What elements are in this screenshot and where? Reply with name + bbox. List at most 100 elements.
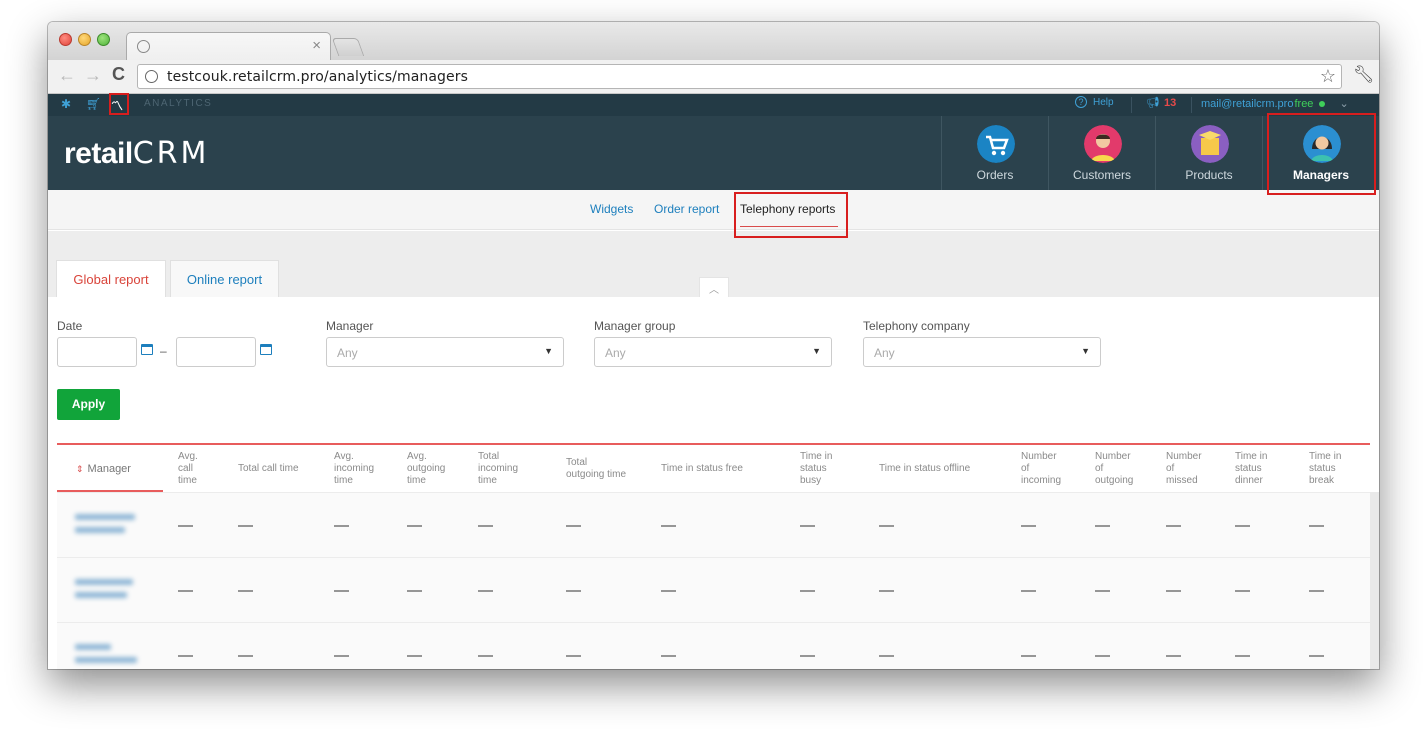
caret-down-icon: ▼ — [812, 346, 821, 356]
manager-group-select[interactable]: Any ▼ — [594, 337, 832, 367]
customer-avatar-icon — [1084, 125, 1122, 163]
forward-arrow-icon[interactable]: → — [84, 65, 102, 86]
retailcrm-app: ✱ 🛒︎ 〽 ANALYTICS ? Help 📢︎ 13 mail@retailc… — [48, 94, 1379, 669]
zoom-window-button[interactable] — [97, 33, 110, 46]
globe-icon — [145, 70, 158, 83]
telephony-company-label: Telephony company — [863, 319, 970, 333]
manager-select[interactable]: Any ▼ — [326, 337, 564, 367]
plan-label: free — [1294, 98, 1314, 110]
column-header[interactable]: Total outgoing time — [566, 457, 626, 481]
url-text[interactable]: testcouk.retailcrm.pro/analytics/manager… — [167, 69, 468, 85]
empty-cell: — — [566, 582, 581, 599]
empty-cell: — — [800, 582, 815, 599]
column-header[interactable]: Number of incoming — [1021, 451, 1061, 487]
close-tab-icon[interactable]: × — [312, 37, 321, 54]
close-window-button[interactable] — [59, 33, 72, 46]
empty-cell: — — [238, 647, 253, 664]
subnav-order-report[interactable]: Order report — [654, 202, 719, 216]
browser-window: × ← → C testcouk.retailcrm.pro/analytics… — [48, 22, 1379, 669]
column-header[interactable]: Total call time — [238, 463, 299, 475]
empty-cell: — — [566, 517, 581, 534]
screenshot-stage: × ← → C testcouk.retailcrm.pro/analytics… — [0, 0, 1426, 734]
empty-cell: — — [178, 517, 193, 534]
manager-name-link[interactable] — [75, 572, 139, 608]
date-label: Date — [57, 319, 83, 333]
empty-cell: — — [478, 582, 493, 599]
empty-cell: — — [1309, 647, 1324, 664]
date-to-input[interactable] — [176, 337, 256, 367]
divider — [1191, 97, 1192, 113]
column-header[interactable]: Time in status offline — [879, 463, 970, 475]
tab-global-report[interactable]: Global report — [56, 260, 166, 298]
chevron-down-icon: ⌄ — [1339, 98, 1349, 110]
logo-text: retail — [64, 137, 133, 170]
app-header: retailCRM Orders Customers Products Mana… — [48, 116, 1379, 190]
cart-icon — [977, 125, 1015, 163]
empty-cell: — — [800, 517, 815, 534]
browser-tab[interactable]: × — [126, 32, 331, 60]
address-bar[interactable]: testcouk.retailcrm.pro/analytics/manager… — [137, 64, 1342, 89]
empty-cell: — — [1235, 647, 1250, 664]
new-tab-button[interactable] — [331, 38, 365, 56]
empty-cell: — — [661, 582, 676, 599]
column-header[interactable]: Total incoming time — [478, 451, 518, 487]
gear-icon[interactable]: ✱ — [61, 97, 71, 111]
online-status-dot — [1319, 101, 1326, 108]
date-separator: – — [160, 344, 167, 358]
empty-cell: — — [661, 517, 676, 534]
megaphone-icon: 📢︎ — [1146, 97, 1160, 109]
help-link[interactable]: ? Help — [1075, 96, 1114, 108]
wrench-icon[interactable]: 🔧︎ — [1353, 65, 1375, 85]
column-header[interactable]: Time in status busy — [800, 451, 832, 487]
empty-cell: — — [334, 517, 349, 534]
table-row: — — — — — — — — — — — — — — — [57, 622, 1370, 669]
column-header[interactable]: Time in status break — [1309, 451, 1341, 487]
manager-name-link[interactable] — [75, 637, 139, 669]
user-menu[interactable]: mail@retailcrm.profree ⌄ — [1201, 97, 1349, 110]
reload-icon[interactable]: C — [112, 64, 125, 85]
tab-online-report[interactable]: Online report — [170, 260, 279, 298]
chevron-up-icon[interactable]: ︿ — [699, 277, 729, 297]
column-header[interactable]: Time in status free — [661, 463, 743, 475]
retailcrm-logo[interactable]: retailCRM — [64, 136, 209, 171]
column-header[interactable]: Avg. outgoing time — [407, 451, 445, 487]
column-header[interactable]: Number of missed — [1166, 451, 1202, 487]
empty-cell: — — [407, 582, 422, 599]
caret-down-icon: ▼ — [1081, 346, 1090, 356]
module-orders[interactable]: Orders — [941, 116, 1048, 190]
empty-cell: — — [1021, 647, 1036, 664]
module-customers[interactable]: Customers — [1048, 116, 1155, 190]
cart-icon[interactable]: 🛒︎ — [86, 97, 101, 111]
column-header-manager[interactable]: ⇕ Manager — [76, 463, 131, 475]
user-email: mail@retailcrm.pro — [1201, 98, 1294, 110]
highlight-managers-module — [1267, 113, 1376, 195]
group-placeholder: Any — [605, 346, 626, 360]
calendar-icon[interactable] — [141, 344, 153, 355]
empty-cell: — — [334, 582, 349, 599]
column-header[interactable]: Avg. call time — [178, 451, 198, 487]
subnav-widgets[interactable]: Widgets — [590, 202, 633, 216]
empty-cell: — — [1021, 517, 1036, 534]
telephony-company-select[interactable]: Any ▼ — [863, 337, 1101, 367]
column-header[interactable]: Number of outgoing — [1095, 451, 1133, 487]
empty-cell: — — [238, 582, 253, 599]
date-from-input[interactable] — [57, 337, 137, 367]
empty-cell: — — [407, 517, 422, 534]
notifications-button[interactable]: 📢︎ 13 — [1146, 96, 1176, 109]
minimize-window-button[interactable] — [78, 33, 91, 46]
calendar-icon[interactable] — [260, 344, 272, 355]
column-header[interactable]: Time in status dinner — [1235, 451, 1267, 487]
apply-button[interactable]: Apply — [57, 389, 120, 420]
logo-crm: CRM — [132, 136, 210, 171]
company-placeholder: Any — [874, 346, 895, 360]
empty-cell: — — [334, 647, 349, 664]
column-header[interactable]: Avg. incoming time — [334, 451, 374, 487]
back-arrow-icon[interactable]: ← — [58, 65, 76, 86]
module-label: Customers — [1072, 168, 1131, 182]
empty-cell: — — [800, 647, 815, 664]
bookmark-star-icon[interactable]: ☆ — [1320, 66, 1336, 87]
empty-cell: — — [178, 647, 193, 664]
manager-name-link[interactable] — [75, 507, 139, 543]
module-products[interactable]: Products — [1155, 116, 1262, 190]
empty-cell: — — [1095, 582, 1110, 599]
